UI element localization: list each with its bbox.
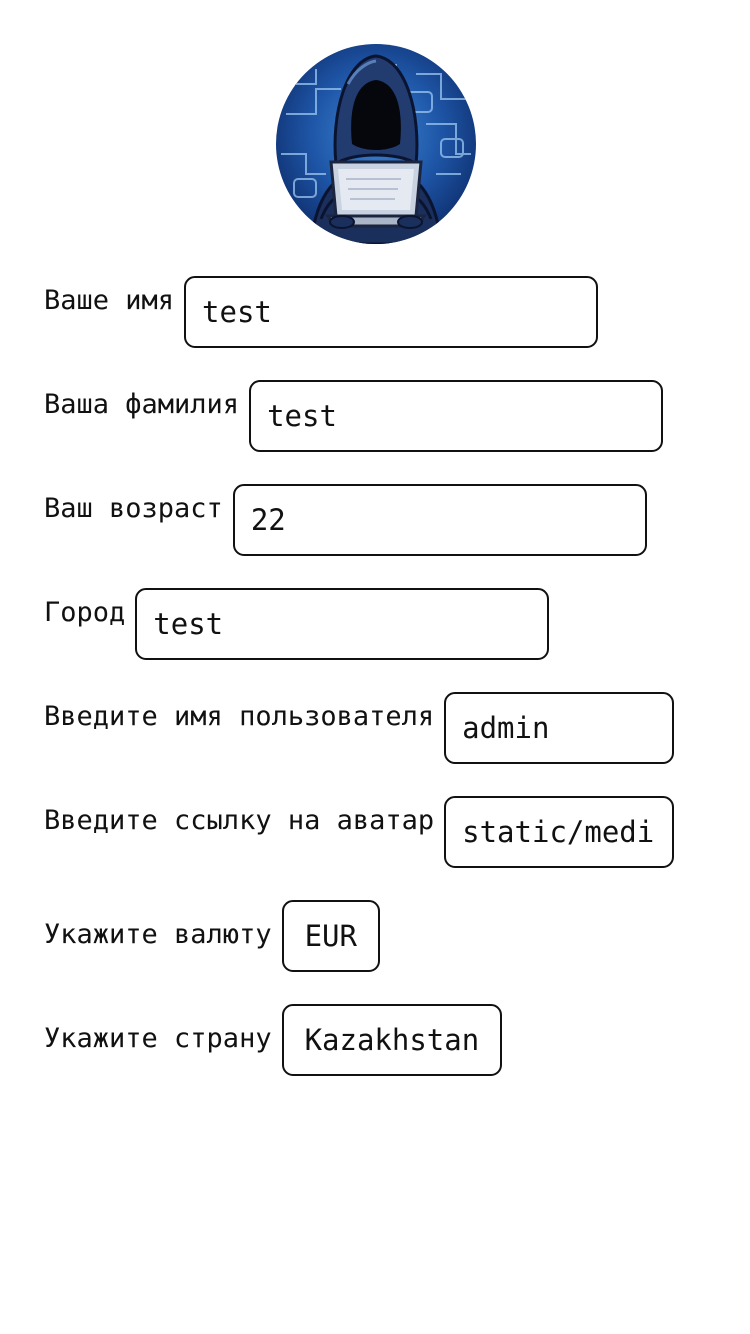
avatar-link-row: Введите ссылку на аватар [44, 796, 675, 868]
city-label: Город [44, 597, 126, 628]
country-row: Укажите страну Kazakhstan [44, 1004, 503, 1076]
city-row: Город [44, 588, 550, 660]
username-input[interactable] [444, 692, 675, 764]
first-name-label: Ваше имя [44, 285, 175, 316]
currency-select[interactable]: EUR [281, 900, 380, 972]
age-input[interactable] [232, 484, 647, 556]
country-select[interactable]: Kazakhstan [281, 1004, 503, 1076]
avatar-link-label: Введите ссылку на аватар [44, 805, 435, 836]
profile-avatar[interactable] [276, 44, 476, 244]
last-name-label: Ваша фамилия [44, 389, 240, 420]
username-row: Введите имя пользователя [44, 692, 675, 764]
hooded-hacker-icon [276, 44, 476, 244]
avatar-link-input[interactable] [444, 796, 675, 868]
first-name-input[interactable] [184, 276, 599, 348]
age-row: Ваш возраст [44, 484, 647, 556]
age-label: Ваш возраст [44, 493, 223, 524]
last-name-row: Ваша фамилия [44, 380, 664, 452]
city-input[interactable] [135, 588, 550, 660]
currency-row: Укажите валюту EUR [44, 900, 380, 972]
currency-label: Укажите валюту [44, 919, 272, 950]
last-name-input[interactable] [249, 380, 664, 452]
first-name-row: Ваше имя [44, 276, 599, 348]
country-selected-value: Kazakhstan [304, 1023, 480, 1057]
country-label: Укажите страну [44, 1023, 272, 1054]
username-label: Введите имя пользователя [44, 701, 435, 732]
currency-selected-value: EUR [304, 919, 357, 953]
